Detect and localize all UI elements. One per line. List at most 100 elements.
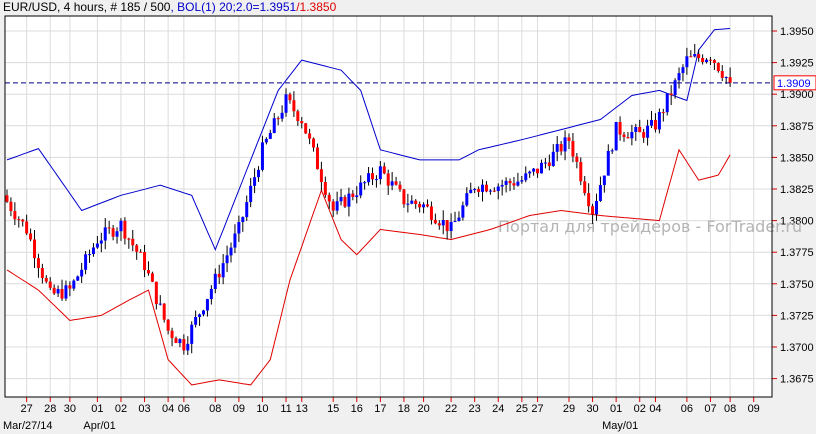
candle-bull	[367, 173, 371, 183]
candle-bear	[327, 194, 331, 202]
candle-bull	[630, 131, 634, 139]
candle-bull	[602, 175, 606, 186]
y-tick-label: 1.3875	[780, 121, 814, 133]
candle-bear	[5, 195, 9, 202]
candle-bull	[221, 263, 225, 278]
candle-bull	[233, 233, 237, 248]
candle-bear	[48, 281, 52, 288]
candle-bear	[587, 193, 591, 207]
candle-bull	[158, 303, 162, 305]
candle-bull	[496, 186, 500, 192]
candle-bear	[712, 60, 716, 64]
candle-bear	[292, 100, 296, 112]
candle-bull	[504, 180, 508, 185]
candle-bear	[583, 181, 587, 194]
x-tick-label: 04	[162, 403, 174, 415]
candle-bear	[13, 211, 17, 220]
candle-bear	[579, 161, 583, 182]
candle-bull	[422, 204, 426, 208]
month-label: Mar/27/14	[3, 420, 53, 432]
candle-bull	[598, 185, 602, 201]
x-tick-label: 07	[704, 403, 716, 415]
candle-bear	[445, 219, 449, 232]
candle-bear	[477, 189, 481, 192]
candle-bear	[154, 281, 158, 305]
candle-bear	[618, 122, 622, 135]
x-tick-label: 03	[138, 403, 150, 415]
candle-bull	[245, 202, 249, 218]
candle-bull	[257, 169, 261, 178]
y-tick-label: 1.3775	[780, 247, 814, 259]
x-tick-label: 09	[233, 403, 245, 415]
candle-bull	[453, 221, 457, 223]
candle-bull	[441, 219, 445, 226]
month-label: May/01	[602, 420, 638, 432]
candle-bear	[308, 133, 312, 139]
candle-bear	[414, 200, 418, 204]
x-tick-label: 06	[681, 403, 693, 415]
y-tick-label: 1.3825	[780, 184, 814, 196]
candle-bear	[170, 330, 174, 339]
candle-bull	[80, 269, 84, 277]
candle-bull	[378, 166, 382, 180]
x-tick-label: 09	[748, 403, 760, 415]
candle-bull	[241, 217, 245, 223]
candle-bear	[689, 56, 693, 58]
candle-bull	[76, 276, 80, 281]
candle-bull	[520, 180, 524, 182]
candle-bull	[532, 168, 536, 172]
candle-bear	[697, 54, 701, 59]
candle-bear	[370, 173, 374, 180]
x-tick-label: 28	[44, 403, 56, 415]
y-tick-label: 1.3900	[780, 89, 814, 101]
candle-bear	[21, 219, 25, 222]
candle-bear	[146, 270, 150, 274]
candle-bull	[119, 220, 123, 232]
candle-bull	[99, 240, 103, 244]
y-tick-label: 1.3700	[780, 342, 814, 354]
x-tick-label: 13	[296, 403, 308, 415]
y-tick-label: 1.3750	[780, 279, 814, 291]
candle-bull	[178, 339, 182, 344]
candle-bear	[304, 123, 308, 134]
candle-bull	[253, 177, 257, 186]
candle-bull	[91, 247, 95, 255]
candle-bull	[209, 288, 213, 300]
candle-bear	[107, 227, 111, 229]
candle-bear	[720, 71, 724, 78]
candle-bear	[575, 156, 579, 162]
candle-bear	[174, 338, 178, 344]
candle-bull	[186, 343, 190, 351]
candle-bear	[25, 221, 29, 234]
candle-bear	[166, 319, 170, 331]
candle-bull	[213, 273, 217, 289]
candle-bear	[276, 118, 280, 120]
candle-bear	[323, 182, 327, 195]
candle-bear	[139, 251, 143, 253]
month-label: Apr/01	[83, 420, 115, 432]
candle-bear	[653, 119, 657, 130]
candlestick-chart[interactable]: 1.36751.37001.37251.37501.37751.38001.38…	[0, 0, 816, 434]
candle-bull	[465, 193, 469, 206]
x-tick-label: 11	[280, 403, 291, 415]
x-tick-label: 22	[445, 403, 457, 415]
candle-bull	[359, 182, 363, 196]
candle-bear	[351, 193, 355, 198]
candle-bear	[382, 166, 386, 174]
candle-bear	[642, 132, 646, 138]
candle-bull	[657, 111, 661, 130]
candle-bear	[143, 252, 147, 271]
x-tick-label: 27	[21, 403, 33, 415]
x-tick-label: 20	[417, 403, 429, 415]
candle-bear	[661, 111, 665, 113]
candle-bull	[563, 137, 567, 152]
candle-bull	[539, 162, 543, 174]
candle-bear	[512, 183, 516, 186]
candle-bear	[708, 59, 712, 61]
candle-bear	[150, 273, 154, 282]
candle-bull	[260, 142, 264, 170]
candle-bull	[551, 151, 555, 166]
candle-bull	[650, 119, 654, 126]
candle-bear	[669, 93, 673, 96]
candle-bear	[312, 138, 316, 148]
